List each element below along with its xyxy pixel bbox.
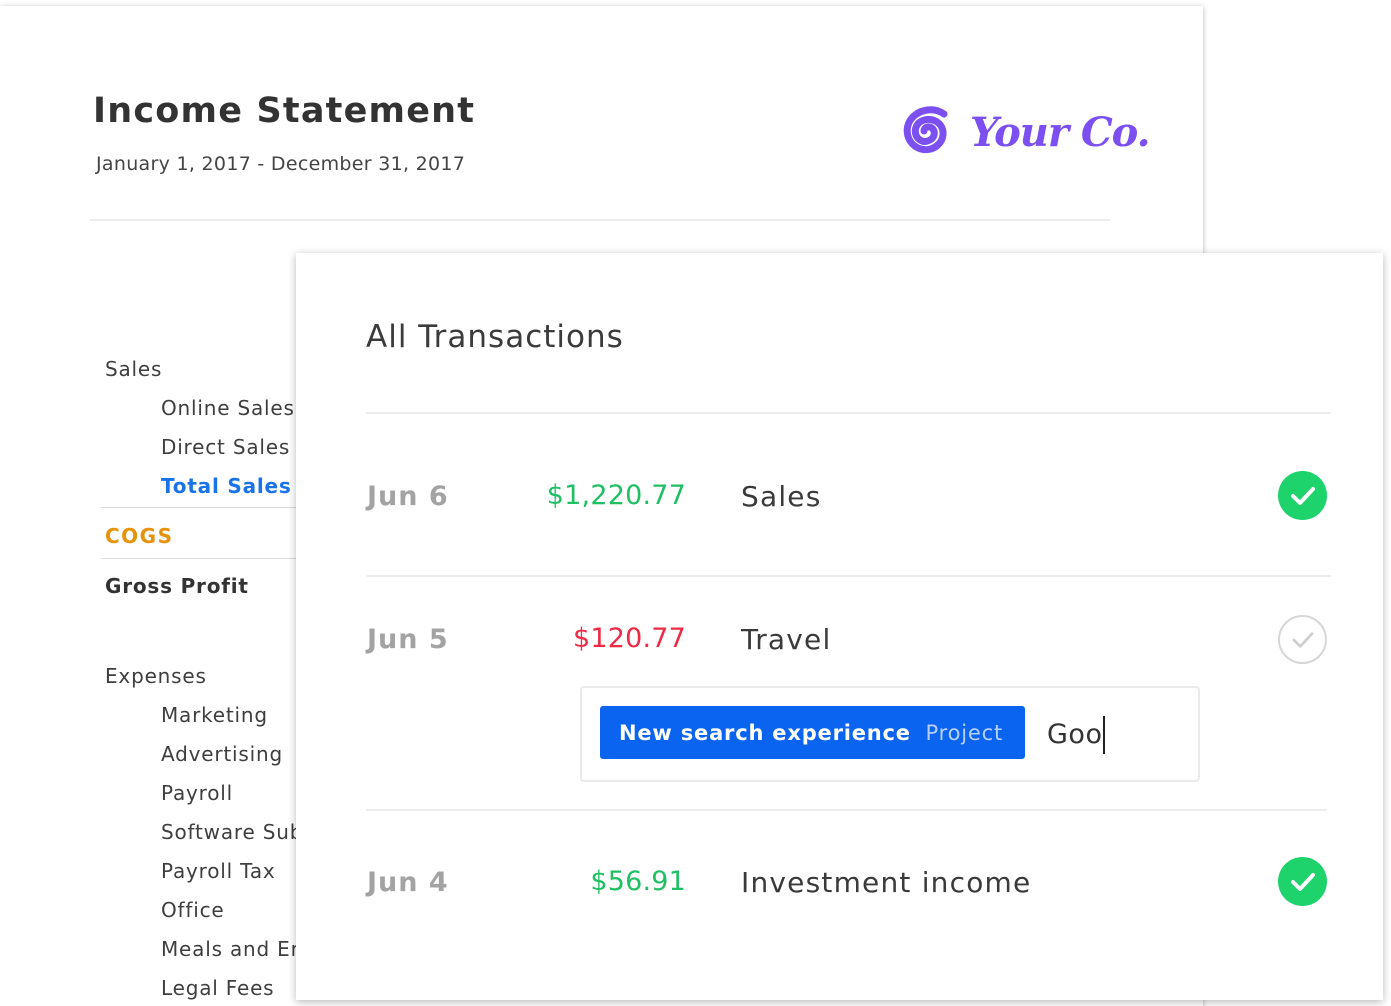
line-item: Software Sub [161, 820, 304, 844]
transactions-title: All Transactions [366, 319, 624, 355]
check-circle-filled-icon[interactable] [1278, 857, 1327, 906]
row-divider [366, 575, 1331, 577]
app-stage: Income Statement January 1, 2017 - Decem… [0, 0, 1391, 1006]
line-item: Payroll [161, 781, 233, 805]
transaction-amount: $1,220.77 [546, 480, 686, 511]
line-item: Advertising [161, 742, 283, 766]
transaction-date: Jun 5 [367, 624, 449, 655]
check-circle-filled-icon[interactable] [1278, 471, 1327, 520]
transaction-amount: $56.91 [590, 866, 686, 897]
transaction-description[interactable]: Travel [741, 623, 831, 656]
cogs-label: COGS [105, 524, 174, 548]
transaction-row[interactable]: Jun 4 $56.91 Investment income [296, 853, 1383, 913]
statement-title: Income Statement [93, 91, 476, 131]
tag-chip-type: Project [925, 720, 1003, 745]
sales-heading: Sales [105, 357, 163, 381]
tag-search-input[interactable] [1047, 715, 1187, 753]
total-sales-label: Total Sales [161, 474, 292, 498]
transaction-date: Jun 6 [367, 481, 449, 512]
statement-date-range: January 1, 2017 - December 31, 2017 [96, 153, 466, 175]
check-circle-outline-icon[interactable] [1278, 615, 1327, 664]
line-item: Office [161, 898, 225, 922]
tag-editor[interactable]: New search experience Project [580, 686, 1200, 782]
title-divider [366, 412, 1331, 414]
row-divider [366, 809, 1327, 811]
tag-chip-name: New search experience [619, 720, 911, 745]
text-caret [1103, 716, 1105, 754]
company-logo: Your Co. [896, 100, 1151, 164]
line-item: Online Sales [161, 396, 295, 420]
project-tag-chip[interactable]: New search experience Project [600, 706, 1025, 759]
line-item: Legal Fees [161, 976, 275, 1000]
spiral-icon [903, 106, 948, 154]
line-item: Direct Sales [161, 435, 291, 459]
section-divider [101, 507, 301, 508]
line-item: Meals and Er [161, 937, 300, 961]
transaction-amount: $120.77 [572, 623, 686, 654]
header-divider [90, 219, 1110, 221]
line-item: Payroll Tax [161, 859, 276, 883]
transaction-date: Jun 4 [367, 867, 449, 898]
transactions-card: All Transactions Jun 6 $1,220.77 Sales J… [296, 253, 1383, 1000]
line-item: Marketing [161, 703, 268, 727]
transaction-row[interactable]: Jun 6 $1,220.77 Sales [296, 467, 1383, 527]
transaction-description[interactable]: Investment income [741, 866, 1031, 899]
transaction-description[interactable]: Sales [741, 480, 822, 513]
logo-text: Your Co. [970, 108, 1151, 156]
transaction-row[interactable]: Jun 5 $120.77 Travel [296, 610, 1383, 670]
gross-profit-label: Gross Profit [105, 574, 249, 598]
section-divider [101, 558, 301, 559]
expenses-heading: Expenses [105, 664, 207, 688]
